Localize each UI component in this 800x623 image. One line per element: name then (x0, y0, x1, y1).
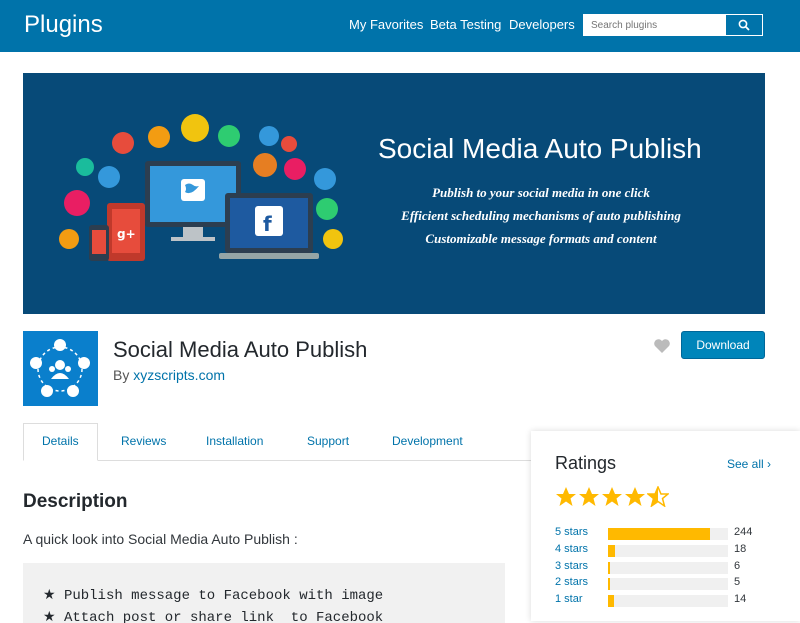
rating-label[interactable]: 5 stars (555, 526, 588, 538)
star-rating (555, 486, 669, 507)
rating-bar-fill (608, 595, 614, 607)
plugin-banner: g+ f Social Media Auto Publish Publish t… (23, 73, 765, 314)
rating-label[interactable]: 2 stars (555, 576, 588, 588)
ratings-panel: Ratings See all › 5 stars 244 4 stars 18… (531, 431, 800, 621)
rating-bar (608, 578, 728, 590)
nav-beta-testing[interactable]: Beta Testing (430, 17, 501, 32)
rating-bar-fill (608, 578, 611, 590)
feature-line: ★ Attach post or share link to Facebook (43, 610, 384, 623)
nav-developers[interactable]: Developers (509, 17, 575, 32)
rating-bar-fill (608, 562, 611, 574)
star-icon (625, 487, 645, 506)
see-all-label: See all (727, 457, 764, 471)
rating-bar (608, 595, 728, 607)
download-button[interactable]: Download (681, 331, 765, 359)
rating-row-3[interactable]: 3 stars 6 (555, 560, 785, 574)
description-intro: A quick look into Social Media Auto Publ… (23, 531, 298, 547)
plugin-author: By xyzscripts.com (113, 367, 225, 383)
tab-support[interactable]: Support (307, 434, 349, 448)
banner-tagline-2: Efficient scheduling mechanisms of auto … (401, 208, 681, 223)
heart-icon (654, 339, 670, 353)
author-prefix: By (113, 367, 134, 383)
author-link[interactable]: xyzscripts.com (133, 367, 225, 383)
banner-illustration: g+ f (59, 114, 343, 261)
rating-count: 14 (734, 593, 747, 605)
search-button[interactable] (726, 14, 763, 36)
star-icon (579, 487, 599, 506)
nav-my-favorites[interactable]: My Favorites (349, 17, 423, 32)
tab-reviews[interactable]: Reviews (121, 434, 166, 448)
tabs-divider (23, 460, 533, 461)
rating-row-4[interactable]: 4 stars 18 (555, 543, 785, 557)
svg-text:f: f (263, 212, 272, 236)
star-icon (602, 487, 622, 506)
description-heading: Description (23, 491, 128, 512)
rating-label[interactable]: 1 star (555, 593, 583, 605)
rating-bar (608, 562, 728, 574)
search-input[interactable] (583, 14, 726, 36)
rating-bar-fill (608, 528, 710, 540)
half-star-icon (647, 486, 669, 507)
banner-tagline-1: Publish to your social media in one clic… (432, 185, 650, 200)
rating-count: 18 (734, 543, 747, 555)
svg-text:g+: g+ (117, 227, 136, 241)
social-network-icon (30, 339, 90, 397)
tab-details-label[interactable]: Details (42, 434, 79, 448)
rating-label[interactable]: 3 stars (555, 560, 588, 572)
rating-count: 6 (734, 560, 741, 572)
tab-installation[interactable]: Installation (206, 434, 263, 448)
rating-count: 5 (734, 576, 741, 588)
top-bar: Plugins My Favorites Beta Testing Develo… (0, 0, 800, 52)
feature-list-box: ★ Publish message to Facebook with image… (23, 563, 505, 623)
feature-line: ★ Publish message to Facebook with image (43, 588, 384, 604)
search-icon (738, 19, 750, 31)
banner-tagline-3: Customizable message formats and content (425, 231, 657, 246)
rating-bar (608, 545, 728, 557)
rating-bar-fill (608, 545, 616, 557)
rating-label[interactable]: 4 stars (555, 543, 588, 555)
ratings-heading: Ratings (555, 453, 617, 473)
plugin-title: Social Media Auto Publish (113, 337, 368, 362)
plugin-icon (23, 331, 98, 406)
tab-development[interactable]: Development (392, 434, 463, 448)
rating-bar (608, 528, 728, 540)
favorite-button[interactable] (653, 338, 671, 359)
rating-row-2[interactable]: 2 stars 5 (555, 576, 785, 590)
rating-count: 244 (734, 526, 753, 538)
star-icon (556, 487, 576, 506)
rating-row-5[interactable]: 5 stars 244 (555, 526, 785, 540)
see-all-ratings-link[interactable]: See all › (727, 457, 771, 471)
rating-row-1[interactable]: 1 star 14 (555, 593, 785, 607)
site-title[interactable]: Plugins (24, 11, 103, 39)
chevron-right-icon: › (767, 457, 772, 471)
banner-title: Social Media Auto Publish (378, 133, 702, 164)
